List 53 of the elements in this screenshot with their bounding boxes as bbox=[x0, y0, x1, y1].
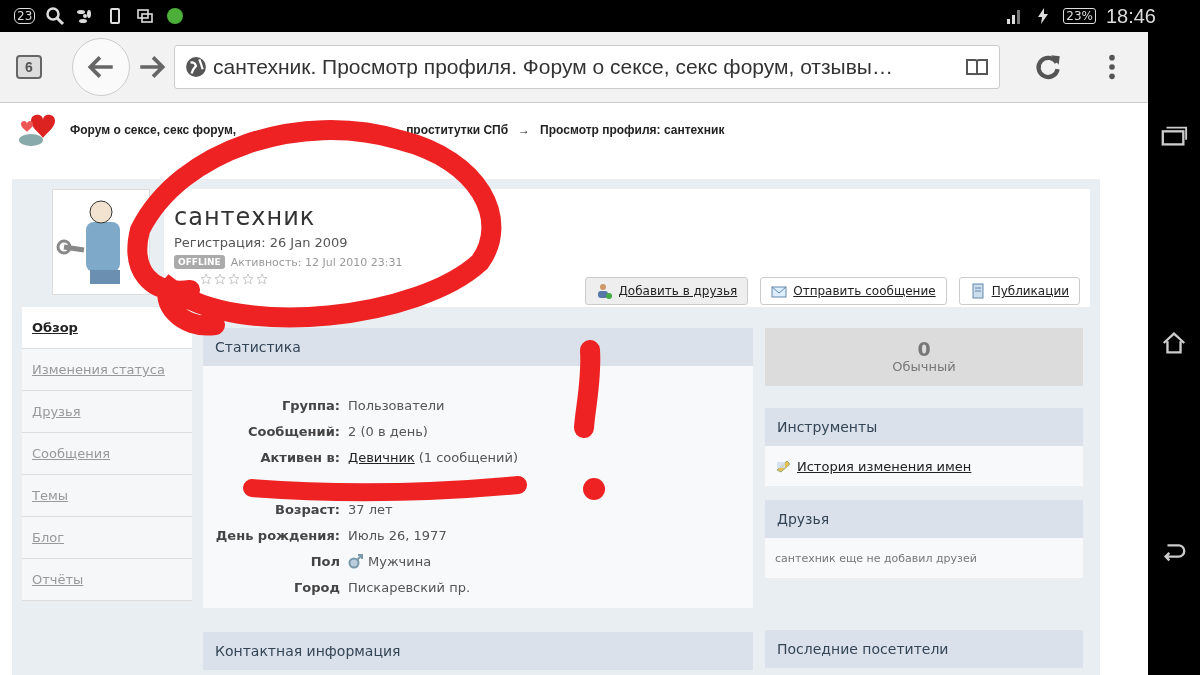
name-history-link[interactable]: История изменения имен bbox=[797, 458, 972, 474]
field-value: Пискаревский пр. bbox=[348, 579, 470, 595]
registration-date: Регистрация: 26 Jan 2009 bbox=[174, 235, 349, 250]
address-bar[interactable]: сантехник. Просмотр профиля. Форум о сексе, секс форум, отзывы… bbox=[174, 45, 1000, 89]
reputation-label: Обычный bbox=[892, 359, 956, 374]
breadcrumb-current: Просмотр профиля: сантехник bbox=[540, 123, 725, 137]
menu-icon[interactable] bbox=[1108, 53, 1116, 81]
field-value: Мужчина bbox=[368, 553, 432, 569]
person-icon bbox=[596, 283, 613, 299]
field-label: Сообщений: bbox=[246, 423, 340, 439]
section-title: Статистика bbox=[203, 328, 753, 366]
field-value: (1 сообщений) bbox=[418, 449, 518, 465]
status-badge: OFFLINE bbox=[174, 255, 225, 269]
windows-icon bbox=[135, 6, 156, 26]
field-label: Активен в: bbox=[259, 449, 340, 465]
section-title: Инструменты bbox=[765, 408, 1083, 446]
clock: 18:46 bbox=[1105, 4, 1156, 28]
home-icon[interactable] bbox=[1160, 331, 1188, 356]
reputation-value: 0 bbox=[917, 340, 931, 359]
section-title: Контактная информация bbox=[203, 632, 753, 670]
empty-friends-text: сантехник еще не добавил друзей bbox=[774, 550, 978, 567]
last-activity: Активность: 12 Jul 2010 23:31 bbox=[230, 255, 403, 269]
envelope-icon bbox=[771, 283, 788, 299]
profile-action-button[interactable]: Отправить сообщение bbox=[760, 277, 947, 305]
forum-link[interactable]: Девичник bbox=[348, 449, 415, 465]
field-label: Группа: bbox=[281, 397, 340, 413]
breadcrumb-link[interactable]: Форум о сексе, секс форум, bbox=[70, 123, 237, 137]
section-title: Последние посетители bbox=[765, 630, 1083, 668]
field-value: Пользователи bbox=[348, 397, 445, 413]
profile-action-button[interactable]: Публикации bbox=[958, 277, 1080, 305]
url-text: сантехник. Просмотр профиля. Форум о сексе, секс форум, отзывы… bbox=[213, 55, 894, 79]
field-label: Пол bbox=[309, 553, 340, 569]
pencil-icon bbox=[775, 458, 793, 474]
book-icon[interactable] bbox=[965, 57, 989, 77]
section-title: Друзья bbox=[765, 500, 1083, 538]
profile-action-button[interactable]: Добавить в друзья bbox=[585, 277, 749, 305]
search-icon bbox=[45, 6, 66, 26]
document-icon bbox=[969, 283, 986, 299]
sidebar-tab[interactable]: Обзор bbox=[22, 307, 192, 349]
field-label: День рождения: bbox=[214, 527, 340, 543]
field-label: Город bbox=[293, 579, 340, 595]
field-value: 2 (0 в день) bbox=[348, 423, 428, 439]
field-label: Возраст: bbox=[274, 501, 340, 517]
breadcrumb-separator: → bbox=[518, 123, 531, 137]
username: сантехник bbox=[174, 203, 317, 231]
breadcrumb-link[interactable]: проститутки СПб bbox=[406, 123, 509, 137]
tab-switcher-button[interactable]: 6 bbox=[16, 55, 42, 79]
battery-level: 23% bbox=[1063, 8, 1096, 24]
field-value: Июль 26, 1977 bbox=[348, 527, 447, 543]
globe-icon bbox=[185, 56, 207, 78]
field-value: 37 лет bbox=[348, 501, 393, 517]
notification-count: 23 bbox=[14, 8, 36, 24]
male-symbol-icon bbox=[348, 553, 364, 569]
